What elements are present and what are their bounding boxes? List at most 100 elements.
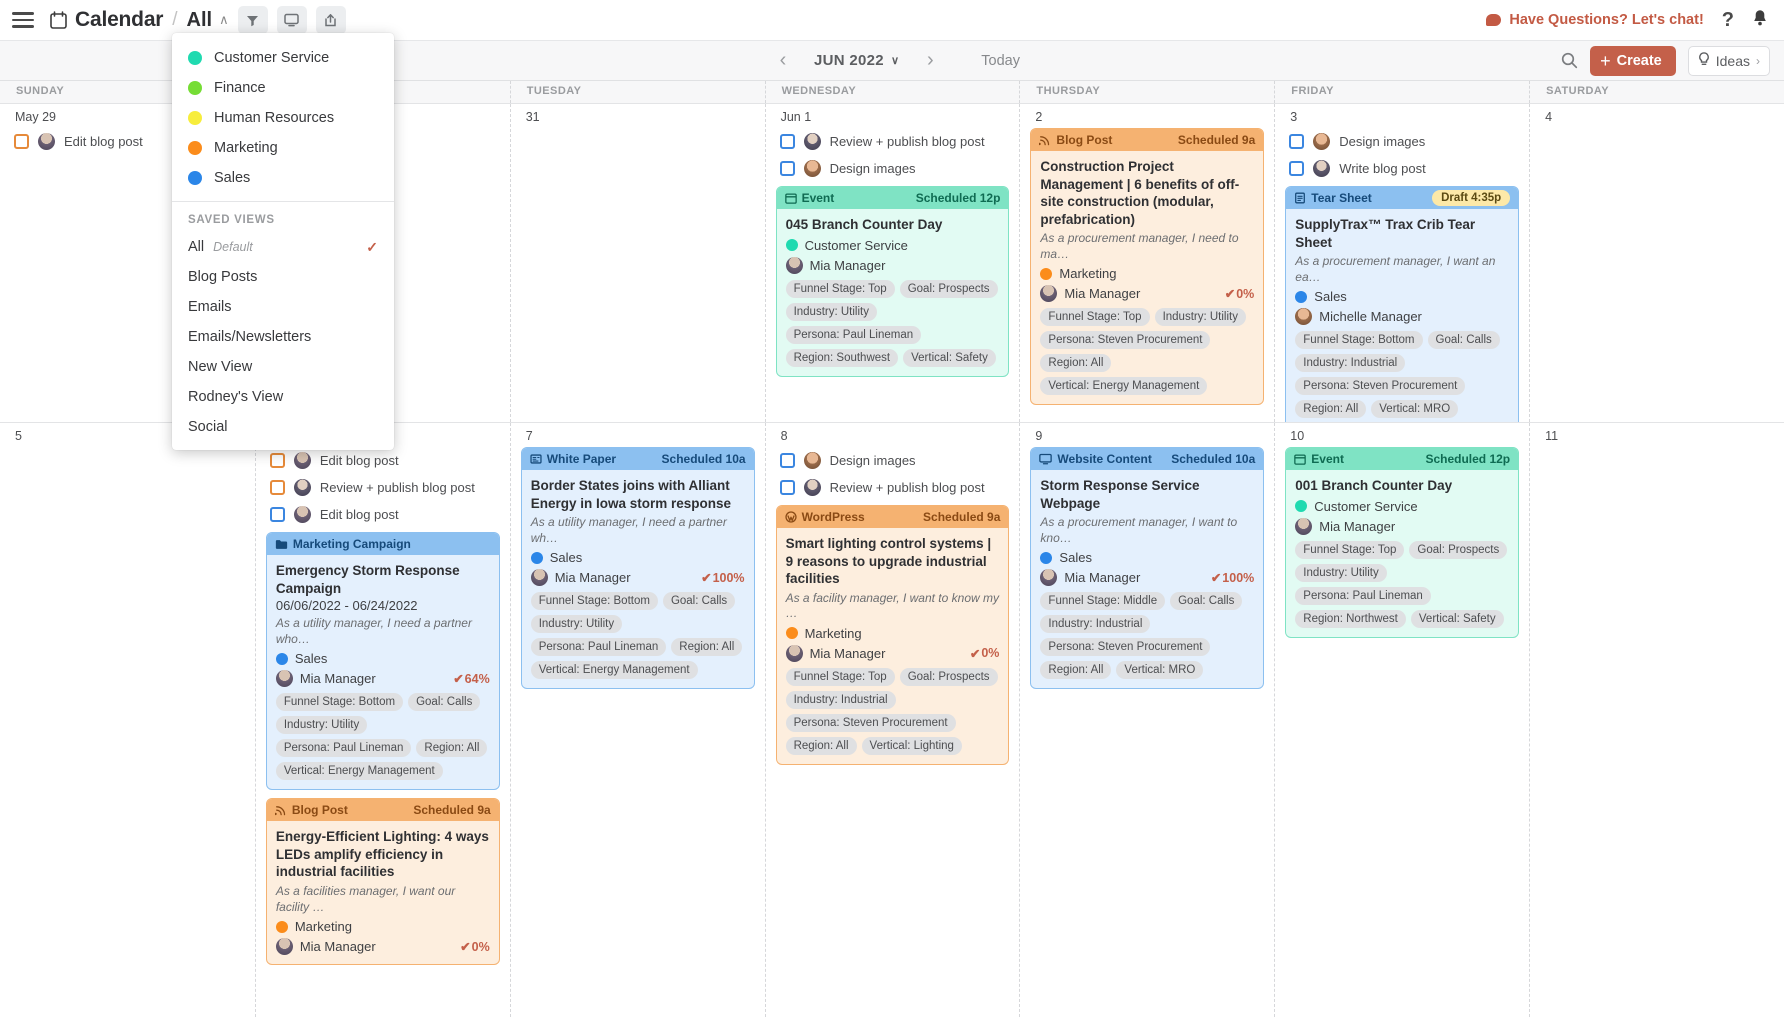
card-tag[interactable]: Region: All bbox=[786, 737, 857, 755]
card-tag[interactable]: Persona: Steven Procurement bbox=[1040, 638, 1210, 656]
card-tag[interactable]: Persona: Paul Lineman bbox=[531, 638, 667, 656]
task-row[interactable]: Edit blog post bbox=[266, 501, 500, 528]
calendar-event-card[interactable]: Tear SheetDraft 4:35pSupplyTrax™ Trax Cr… bbox=[1285, 186, 1519, 422]
calendar-event-card[interactable]: Blog PostScheduled 9aConstruction Projec… bbox=[1030, 128, 1264, 405]
card-tag[interactable]: Industry: Industrial bbox=[1295, 354, 1405, 372]
calendar-day-cell[interactable]: 31 bbox=[510, 104, 765, 422]
task-row[interactable]: Review + publish blog post bbox=[776, 474, 1010, 501]
card-tag[interactable]: Funnel Stage: Middle bbox=[1040, 592, 1165, 610]
filter-button[interactable] bbox=[238, 6, 268, 34]
card-tag[interactable]: Funnel Stage: Top bbox=[1040, 308, 1149, 326]
calendar-event-card[interactable]: WordPressScheduled 9aSmart lighting cont… bbox=[776, 505, 1010, 765]
card-tag[interactable]: Funnel Stage: Top bbox=[1295, 541, 1404, 559]
card-tag[interactable]: Vertical: Lighting bbox=[862, 737, 962, 755]
card-tag[interactable]: Funnel Stage: Top bbox=[786, 280, 895, 298]
month-selector[interactable]: JUN 2022 ∨ bbox=[802, 52, 911, 69]
card-tag[interactable]: Persona: Paul Lineman bbox=[786, 326, 922, 344]
task-row[interactable]: Design images bbox=[1285, 128, 1519, 155]
card-tag[interactable]: Region: All bbox=[1295, 400, 1366, 418]
card-tag[interactable]: Region: All bbox=[671, 638, 742, 656]
saved-view-social[interactable]: Social bbox=[172, 412, 394, 442]
card-tag[interactable]: Industry: Utility bbox=[276, 716, 367, 734]
card-tag[interactable]: Vertical: Safety bbox=[1411, 610, 1504, 628]
calendar-day-cell[interactable]: 7White PaperScheduled 10aBorder States j… bbox=[510, 423, 765, 1019]
chevron-up-icon[interactable]: ∧ bbox=[219, 12, 229, 28]
saved-view-rodney-s-view[interactable]: Rodney's View bbox=[172, 382, 394, 412]
saved-view-emails[interactable]: Emails bbox=[172, 292, 394, 322]
share-button[interactable] bbox=[316, 6, 346, 34]
campaign-filter-sales[interactable]: Sales bbox=[172, 163, 394, 193]
card-tag[interactable]: Region: All bbox=[1040, 354, 1111, 372]
saved-view-new-view[interactable]: New View bbox=[172, 352, 394, 382]
card-tag[interactable]: Region: All bbox=[1040, 661, 1111, 679]
card-tag[interactable]: Funnel Stage: Bottom bbox=[276, 693, 403, 711]
card-tag[interactable]: Vertical: Energy Management bbox=[1040, 377, 1207, 395]
create-button[interactable]: + Create bbox=[1590, 46, 1676, 76]
task-row[interactable]: Edit blog post bbox=[266, 447, 500, 474]
task-row[interactable]: Write blog post bbox=[1285, 155, 1519, 182]
calendar-event-card[interactable]: Website ContentScheduled 10aStorm Respon… bbox=[1030, 447, 1264, 689]
current-view-label[interactable]: All bbox=[187, 9, 213, 32]
card-tag[interactable]: Goal: Calls bbox=[408, 693, 480, 711]
calendar-event-card[interactable]: EventScheduled 12p045 Branch Counter Day… bbox=[776, 186, 1010, 377]
task-checkbox[interactable] bbox=[270, 480, 285, 495]
task-checkbox[interactable] bbox=[270, 453, 285, 468]
task-checkbox[interactable] bbox=[780, 453, 795, 468]
card-tag[interactable]: Goal: Prospects bbox=[900, 280, 998, 298]
saved-view-all[interactable]: AllDefault✓ bbox=[172, 232, 394, 262]
calendar-day-cell[interactable]: 6Edit blog postReview + publish blog pos… bbox=[255, 423, 510, 1019]
card-tag[interactable]: Persona: Paul Lineman bbox=[276, 739, 412, 757]
calendar-day-cell[interactable]: 11 bbox=[1529, 423, 1784, 1019]
task-checkbox[interactable] bbox=[1289, 161, 1304, 176]
calendar-day-cell[interactable]: 2Blog PostScheduled 9aConstruction Proje… bbox=[1019, 104, 1274, 422]
task-row[interactable]: Review + publish blog post bbox=[266, 474, 500, 501]
task-checkbox[interactable] bbox=[780, 161, 795, 176]
card-tag[interactable]: Persona: Steven Procurement bbox=[1295, 377, 1465, 395]
card-tag[interactable]: Industry: Utility bbox=[786, 303, 877, 321]
notifications-bell-icon[interactable] bbox=[1752, 9, 1768, 32]
card-tag[interactable]: Goal: Calls bbox=[1170, 592, 1242, 610]
today-button[interactable]: Today bbox=[981, 53, 1020, 69]
card-tag[interactable]: Goal: Prospects bbox=[900, 668, 998, 686]
card-tag[interactable]: Industry: Utility bbox=[1295, 564, 1386, 582]
ideas-button[interactable]: Ideas › bbox=[1688, 46, 1770, 76]
task-checkbox[interactable] bbox=[780, 134, 795, 149]
card-tag[interactable]: Goal: Calls bbox=[1428, 331, 1500, 349]
task-checkbox[interactable] bbox=[1289, 134, 1304, 149]
saved-view-blog-posts[interactable]: Blog Posts bbox=[172, 262, 394, 292]
chat-link[interactable]: Have Questions? Let's chat! bbox=[1486, 12, 1703, 28]
saved-view-emails-newsletters[interactable]: Emails/Newsletters bbox=[172, 322, 394, 352]
calendar-day-cell[interactable]: 3Design imagesWrite blog postTear SheetD… bbox=[1274, 104, 1529, 422]
calendar-day-cell[interactable]: 8Design imagesReview + publish blog post… bbox=[765, 423, 1020, 1019]
card-tag[interactable]: Industry: Utility bbox=[1155, 308, 1246, 326]
next-month-button[interactable]: › bbox=[911, 46, 949, 76]
campaign-filter-customer-service[interactable]: Customer Service bbox=[172, 43, 394, 73]
campaign-filter-finance[interactable]: Finance bbox=[172, 73, 394, 103]
card-tag[interactable]: Persona: Steven Procurement bbox=[786, 714, 956, 732]
campaign-filter-human-resources[interactable]: Human Resources bbox=[172, 103, 394, 133]
card-tag[interactable]: Region: Northwest bbox=[1295, 610, 1406, 628]
display-button[interactable] bbox=[277, 6, 307, 34]
card-tag[interactable]: Vertical: MRO bbox=[1116, 661, 1203, 679]
task-row[interactable]: Design images bbox=[776, 155, 1010, 182]
card-tag[interactable]: Region: All bbox=[416, 739, 487, 757]
calendar-event-card[interactable]: Marketing CampaignEmergency Storm Respon… bbox=[266, 532, 500, 790]
calendar-event-card[interactable]: EventScheduled 12p001 Branch Counter Day… bbox=[1285, 447, 1519, 638]
task-checkbox[interactable] bbox=[270, 507, 285, 522]
card-tag[interactable]: Industry: Industrial bbox=[786, 691, 896, 709]
task-row[interactable]: Design images bbox=[776, 447, 1010, 474]
card-tag[interactable]: Goal: Prospects bbox=[1409, 541, 1507, 559]
card-tag[interactable]: Funnel Stage: Top bbox=[786, 668, 895, 686]
search-icon[interactable] bbox=[1561, 52, 1578, 69]
calendar-day-cell[interactable]: 5 bbox=[0, 423, 255, 1019]
calendar-day-cell[interactable]: 10EventScheduled 12p001 Branch Counter D… bbox=[1274, 423, 1529, 1019]
card-tag[interactable]: Goal: Calls bbox=[663, 592, 735, 610]
card-tag[interactable]: Funnel Stage: Bottom bbox=[531, 592, 658, 610]
campaign-filter-marketing[interactable]: Marketing bbox=[172, 133, 394, 163]
card-tag[interactable]: Vertical: MRO bbox=[1371, 400, 1458, 418]
task-checkbox[interactable] bbox=[780, 480, 795, 495]
help-icon[interactable]: ? bbox=[1722, 9, 1734, 32]
card-tag[interactable]: Vertical: Energy Management bbox=[531, 661, 698, 679]
card-tag[interactable]: Industry: Industrial bbox=[1040, 615, 1150, 633]
card-tag[interactable]: Funnel Stage: Bottom bbox=[1295, 331, 1422, 349]
